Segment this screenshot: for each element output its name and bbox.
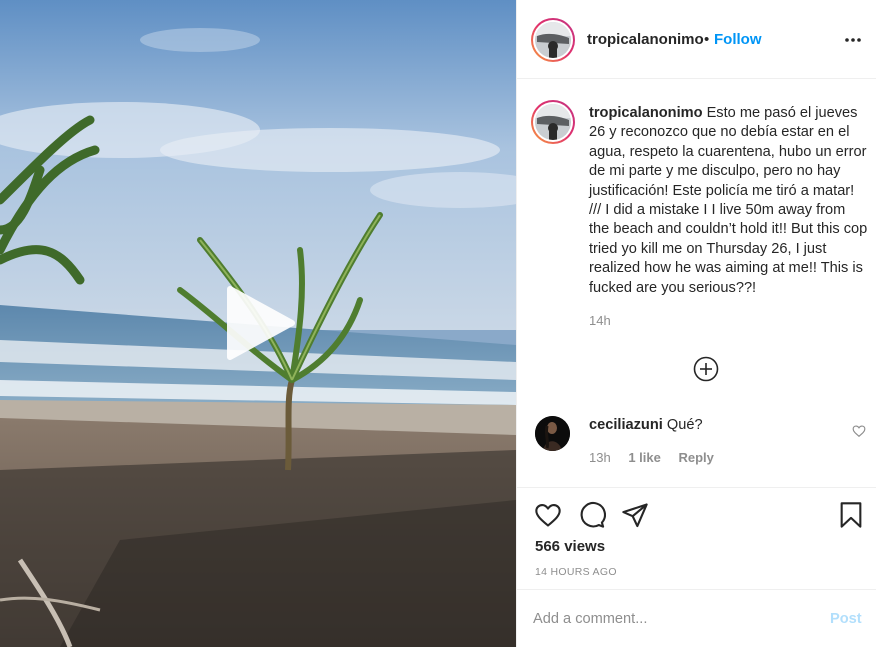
post-actions: 566 views 14 HOURS AGO [517,487,876,589]
heart-icon[interactable] [534,501,562,529]
avatar-image [535,22,571,58]
plus-circle-icon[interactable] [693,356,719,382]
author-username[interactable]: tropicalanonimo [587,31,704,48]
comment-likes[interactable]: 1 like [628,450,661,465]
avatar-image [535,416,570,451]
share-icon[interactable] [621,501,649,529]
comment-text: Qué? [666,417,703,433]
add-comment-bar: Post [517,589,876,647]
post-side-panel: tropicalanonimo • Follow tropicalanonimo… [516,0,876,647]
play-icon[interactable] [222,285,298,361]
author-avatar[interactable] [531,18,575,62]
caption-text-block: tropicalanonimo Esto me pasó el jueves 2… [589,104,869,298]
comment-meta: 13h 1 like Reply [589,450,728,465]
follow-button[interactable]: Follow [714,31,762,48]
caption-text: Esto me pasó el jueves 26 y reconozco qu… [589,105,868,296]
caption-author-avatar[interactable] [531,100,575,144]
caption-username[interactable]: tropicalanonimo [589,105,703,121]
caption-timestamp[interactable]: 14h [589,313,611,328]
reply-button[interactable]: Reply [678,450,713,465]
comment-heart-icon[interactable] [852,424,866,438]
post-timestamp[interactable]: 14 HOURS AGO [535,566,617,578]
commenter-avatar[interactable] [535,416,570,451]
comment-icon[interactable] [578,501,606,529]
more-horizontal-icon[interactable] [843,30,863,50]
comment-timestamp[interactable]: 13h [589,450,611,465]
avatar-image [535,104,571,140]
comment-username[interactable]: ceciliazuni [589,417,663,433]
separator-dot: • [704,31,710,48]
video-player[interactable] [0,0,516,647]
comment-input[interactable] [533,606,803,632]
comment-text-block: ceciliazuni Qué? [589,417,703,433]
post-button[interactable]: Post [830,611,862,627]
view-count[interactable]: 566 views [535,538,605,555]
post-header: tropicalanonimo • Follow [517,0,876,79]
bookmark-icon[interactable] [837,501,865,529]
